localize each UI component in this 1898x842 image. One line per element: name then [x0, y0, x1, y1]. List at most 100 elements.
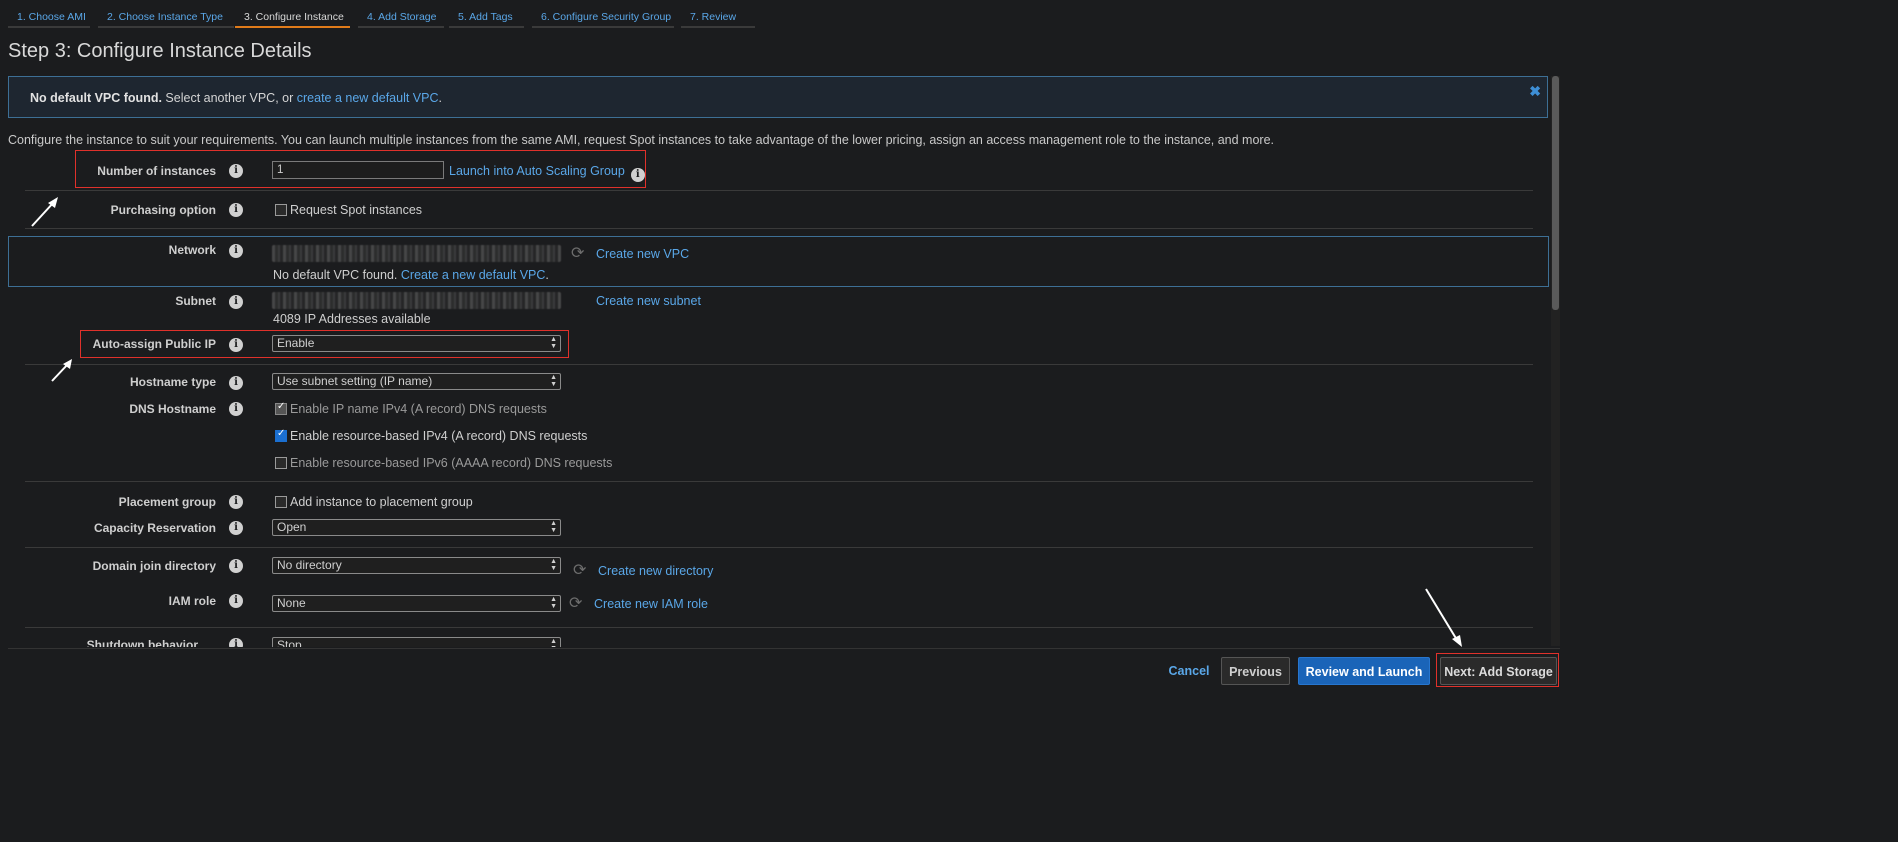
placement-group-checkbox[interactable]: Add instance to placement group — [275, 495, 473, 509]
hostname-type-value: Use subnet setting (IP name) — [277, 374, 433, 388]
no-default-vpc-banner: No default VPC found. Select another VPC… — [8, 76, 1548, 118]
annotation-arrow-icon — [51, 359, 72, 382]
refresh-icon[interactable]: ⟳ — [571, 243, 584, 263]
capacity-reservation-select[interactable]: Open ▲ ▼ — [272, 519, 561, 536]
tab-configure-instance[interactable]: 3. Configure Instance — [235, 6, 350, 28]
intro-text: Configure the instance to suit your requ… — [8, 133, 1274, 147]
select-arrows-icon: ▲▼ — [550, 638, 557, 647]
network-warning: No default VPC found. Create a new defau… — [273, 268, 549, 282]
checkbox-box[interactable] — [275, 457, 287, 469]
placement-group-label: Placement group — [118, 495, 216, 509]
shutdown-behavior-value: Stop — [277, 638, 302, 647]
dns-hostname-label: DNS Hostname — [129, 402, 216, 416]
select-arrows-icon: ▲▼ — [550, 520, 557, 534]
divider — [25, 228, 1533, 229]
cancel-button[interactable]: Cancel — [1164, 657, 1214, 685]
shutdown-behavior-select[interactable]: Stop ▲▼ — [272, 637, 561, 647]
hostname-type-label: Hostname type — [129, 375, 216, 389]
info-icon[interactable]: i — [229, 559, 243, 573]
create-default-vpc-link[interactable]: create a new default VPC — [297, 91, 439, 105]
shutdown-behavior-row: Shutdown behavior i Stop ▲▼ — [0, 630, 1550, 647]
subnet-select[interactable] — [272, 292, 561, 309]
highlight-number-of-instances — [75, 150, 646, 188]
domain-join-directory-value: No directory — [277, 558, 342, 572]
select-arrows-icon: ▲▼ — [550, 374, 557, 388]
subnet-available-ips: 4089 IP Addresses available — [273, 312, 431, 326]
create-default-vpc-link-2[interactable]: Create a new default VPC — [401, 268, 546, 282]
footer-divider — [8, 648, 1560, 649]
tab-add-storage[interactable]: 4. Add Storage — [358, 6, 444, 28]
purchasing-option-label: Purchasing option — [110, 203, 216, 217]
page-title: Step 3: Configure Instance Details — [8, 40, 312, 62]
network-label: Network — [168, 243, 216, 257]
network-select[interactable] — [272, 245, 561, 262]
highlight-auto-assign-public-ip — [80, 330, 569, 358]
highlight-next-add-storage — [1436, 653, 1559, 687]
request-spot-checkbox[interactable]: Request Spot instances — [275, 203, 422, 217]
tab-configure-security-group[interactable]: 6. Configure Security Group — [532, 6, 674, 28]
checkbox-box[interactable] — [275, 428, 287, 442]
dns-resource-ipv6-checkbox[interactable]: Enable resource-based IPv6 (AAAA record)… — [275, 456, 612, 470]
dns-resource-ipv4-label: Enable resource-based IPv4 (A record) DN… — [290, 429, 588, 443]
network-warning-text: No default VPC found. — [273, 268, 398, 282]
info-icon[interactable]: i — [229, 594, 243, 608]
refresh-icon[interactable]: ⟳ — [569, 593, 582, 613]
checkbox-box[interactable] — [275, 496, 287, 508]
domain-join-directory-label: Domain join directory — [92, 559, 216, 573]
review-and-launch-button[interactable]: Review and Launch — [1298, 657, 1430, 685]
scrollbar-thumb[interactable] — [1552, 76, 1559, 310]
info-icon[interactable]: i — [229, 638, 243, 647]
create-new-vpc-link[interactable]: Create new VPC — [596, 247, 689, 261]
create-new-directory-link[interactable]: Create new directory — [598, 564, 713, 578]
iam-role-value: None — [277, 596, 306, 610]
banner-message: Select another VPC, or — [165, 91, 294, 105]
capacity-reservation-label: Capacity Reservation — [93, 521, 216, 535]
checkbox-box[interactable] — [275, 204, 287, 216]
annotation-arrow-icon — [31, 197, 58, 227]
checkbox-box[interactable] — [275, 401, 287, 415]
shutdown-behavior-label: Shutdown behavior — [86, 638, 198, 647]
request-spot-label: Request Spot instances — [290, 203, 423, 217]
tab-add-tags[interactable]: 5. Add Tags — [449, 6, 524, 28]
banner-text: No default VPC found. Select another VPC… — [30, 91, 442, 105]
iam-role-label: IAM role — [168, 594, 216, 608]
info-icon[interactable]: i — [229, 376, 243, 390]
divider — [25, 627, 1533, 628]
banner-bold-text: No default VPC found. — [30, 91, 162, 105]
tab-choose-instance-type[interactable]: 2. Choose Instance Type — [98, 6, 234, 28]
select-arrows-icon: ▲▼ — [550, 558, 557, 572]
info-icon[interactable]: i — [229, 203, 243, 217]
banner-suffix: . — [438, 91, 442, 105]
dns-ipv4-name-checkbox[interactable]: Enable IP name IPv4 (A record) DNS reque… — [275, 401, 547, 416]
domain-join-directory-select[interactable]: No directory ▲ ▼ — [272, 557, 561, 574]
subnet-label: Subnet — [175, 294, 216, 308]
network-highlight-box — [8, 236, 1549, 287]
info-icon[interactable]: i — [229, 402, 243, 416]
placement-group-checkbox-label: Add instance to placement group — [290, 495, 473, 509]
divider — [25, 547, 1533, 548]
capacity-reservation-value: Open — [277, 520, 307, 534]
info-icon[interactable]: i — [229, 495, 243, 509]
close-icon[interactable]: ✖ — [1529, 83, 1541, 100]
create-new-subnet-link[interactable]: Create new subnet — [596, 294, 701, 308]
scrollbar[interactable] — [1551, 76, 1560, 646]
previous-button[interactable]: Previous — [1221, 657, 1290, 685]
dns-resource-ipv4-checkbox[interactable]: Enable resource-based IPv4 (A record) DN… — [275, 428, 588, 443]
network-warning-suffix: . — [545, 268, 549, 282]
select-arrows-icon: ▲▼ — [550, 596, 557, 610]
info-icon[interactable]: i — [229, 244, 243, 258]
divider — [25, 364, 1533, 365]
info-icon[interactable]: i — [229, 295, 243, 309]
tab-review[interactable]: 7. Review — [681, 6, 755, 28]
tab-choose-ami[interactable]: 1. Choose AMI — [8, 6, 90, 28]
annotation-arrow-icon — [1425, 588, 1462, 647]
create-new-iam-role-link[interactable]: Create new IAM role — [594, 597, 708, 611]
refresh-icon[interactable]: ⟳ — [573, 560, 586, 580]
hostname-type-select[interactable]: Use subnet setting (IP name) ▲ ▼ — [272, 373, 561, 390]
divider — [25, 481, 1533, 482]
info-icon[interactable]: i — [229, 521, 243, 535]
dns-ipv4-name-label: Enable IP name IPv4 (A record) DNS reque… — [290, 402, 547, 416]
dns-resource-ipv6-label: Enable resource-based IPv6 (AAAA record)… — [290, 456, 613, 470]
iam-role-select[interactable]: None ▲ ▼ — [272, 595, 561, 612]
divider — [25, 190, 1533, 191]
